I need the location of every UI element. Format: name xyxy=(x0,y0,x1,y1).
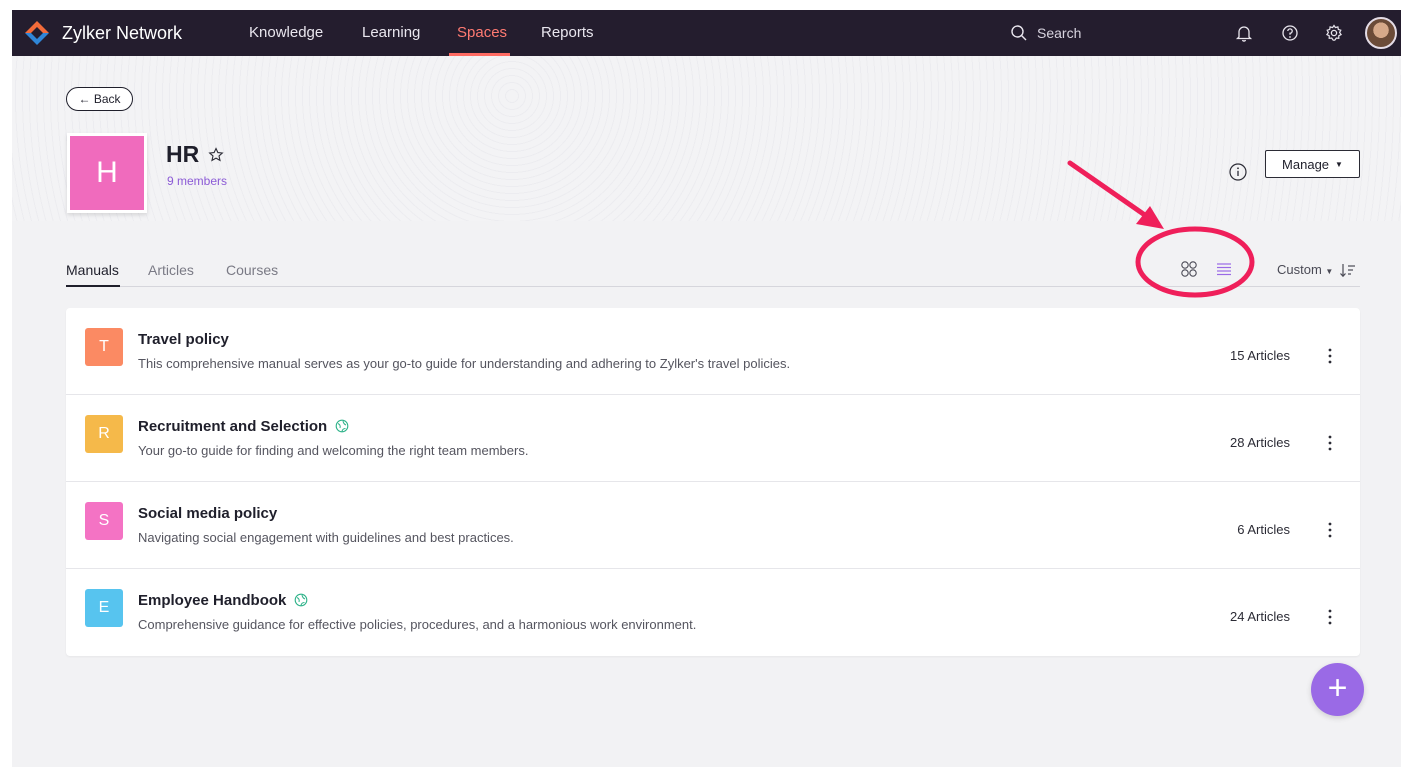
brand-name[interactable]: Zylker Network xyxy=(62,23,182,44)
manual-title[interactable]: Travel policy xyxy=(138,331,229,348)
caret-down-icon: ▼ xyxy=(1335,159,1343,169)
members-link[interactable]: 9 members xyxy=(167,174,227,188)
manual-tile: R xyxy=(85,415,123,453)
settings-gear-icon[interactable] xyxy=(1324,23,1344,43)
back-button[interactable]: ← Back xyxy=(66,87,133,111)
space-avatar-tile: H xyxy=(67,133,147,213)
manage-label: Manage xyxy=(1282,156,1330,172)
list-view-icon[interactable] xyxy=(1215,260,1233,278)
article-count: 28 Articles xyxy=(1230,435,1290,450)
manual-row-travel-policy[interactable]: T Travel policy This comprehensive manua… xyxy=(66,308,1360,395)
more-options-icon[interactable] xyxy=(1322,346,1338,366)
nav-reports[interactable]: Reports xyxy=(541,24,594,41)
nav-knowledge[interactable]: Knowledge xyxy=(249,24,323,41)
help-icon[interactable] xyxy=(1280,23,1300,43)
manual-title[interactable]: Recruitment and Selection xyxy=(138,418,349,435)
tabs-divider xyxy=(66,286,1360,287)
add-fab-button[interactable]: + xyxy=(1311,663,1364,716)
bell-icon[interactable] xyxy=(1234,23,1254,43)
manual-description: Navigating social engagement with guidel… xyxy=(138,530,514,545)
more-options-icon[interactable] xyxy=(1322,607,1338,627)
user-avatar[interactable] xyxy=(1365,17,1397,49)
manual-description: Comprehensive guidance for effective pol… xyxy=(138,617,697,632)
search-input[interactable]: Search xyxy=(1037,25,1081,41)
public-globe-icon xyxy=(295,593,308,607)
manual-description: This comprehensive manual serves as your… xyxy=(138,356,791,371)
grid-view-icon[interactable] xyxy=(1180,260,1198,278)
article-count: 15 Articles xyxy=(1230,348,1290,363)
public-globe-icon xyxy=(335,419,349,433)
space-header-background xyxy=(12,56,1401,221)
manual-title[interactable]: Social media policy xyxy=(138,505,277,522)
tab-articles[interactable]: Articles xyxy=(148,262,194,278)
manual-tile: E xyxy=(85,589,123,627)
manual-row-recruitment[interactable]: R Recruitment and Selection Your go-to g… xyxy=(66,395,1360,482)
top-navigation-bar: Zylker Network Knowledge Learning Spaces… xyxy=(12,10,1401,56)
manual-tile: T xyxy=(85,328,123,366)
sort-label: Custom xyxy=(1277,262,1322,277)
manual-tile: S xyxy=(85,502,123,540)
more-options-icon[interactable] xyxy=(1322,433,1338,453)
article-count: 24 Articles xyxy=(1230,609,1290,624)
tab-courses[interactable]: Courses xyxy=(226,262,278,278)
more-options-icon[interactable] xyxy=(1322,520,1338,540)
nav-spaces[interactable]: Spaces xyxy=(457,24,507,41)
article-count: 6 Articles xyxy=(1237,522,1290,537)
manual-title-text: Employee Handbook xyxy=(138,592,287,609)
info-icon[interactable] xyxy=(1228,162,1248,182)
space-title: HR xyxy=(166,141,200,167)
favorite-star-icon[interactable] xyxy=(208,147,224,163)
sort-order-icon[interactable] xyxy=(1339,261,1357,279)
manage-dropdown-button[interactable]: Manage ▼ xyxy=(1265,150,1360,178)
tab-manuals[interactable]: Manuals xyxy=(66,262,119,278)
caret-down-icon: ▼ xyxy=(1325,267,1334,276)
manual-row-employee-handbook[interactable]: E Employee Handbook Comprehensive guidan… xyxy=(66,569,1360,656)
sort-dropdown[interactable]: Custom ▼ xyxy=(1277,262,1333,277)
manual-description: Your go-to guide for finding and welcomi… xyxy=(138,443,529,458)
app-frame: Zylker Network Knowledge Learning Spaces… xyxy=(12,10,1401,767)
manual-row-social-media[interactable]: S Social media policy Navigating social … xyxy=(66,482,1360,569)
zylker-logo-icon[interactable] xyxy=(24,20,50,46)
nav-learning[interactable]: Learning xyxy=(362,24,420,41)
manual-list: T Travel policy This comprehensive manua… xyxy=(66,308,1360,656)
manual-title-text: Recruitment and Selection xyxy=(138,418,328,435)
manual-title[interactable]: Employee Handbook xyxy=(138,592,308,609)
search-icon[interactable] xyxy=(1010,24,1028,42)
active-tab-indicator xyxy=(66,285,120,287)
